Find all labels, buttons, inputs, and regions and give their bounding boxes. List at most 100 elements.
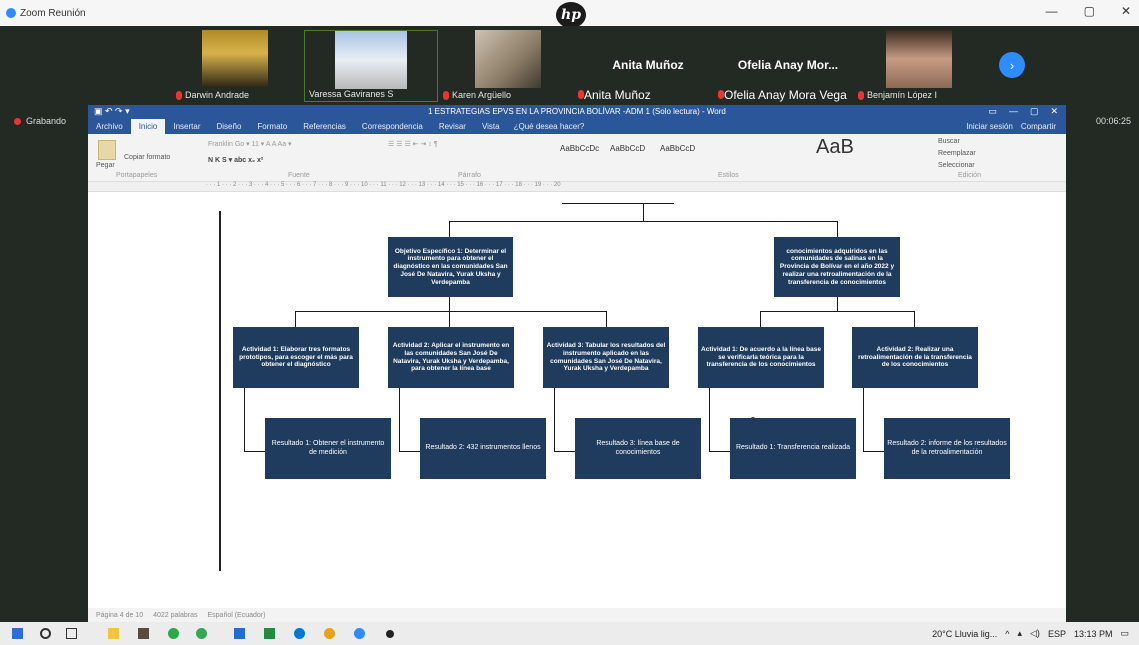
sign-in-link[interactable]: Iniciar sesión [966,119,1013,134]
tab-correspondencia[interactable]: Correspondencia [354,119,431,134]
word-count[interactable]: 4022 palabras [153,612,197,619]
maximize-button[interactable]: ▢ [1084,4,1095,18]
result-box: Resultado 1: Obtener el instrumento de m… [265,418,391,479]
chrome-taskbar-icon[interactable] [324,628,335,639]
app-icon[interactable] [196,628,207,639]
word-minimize-button[interactable]: — [1009,106,1018,117]
notification-icon[interactable]: ▭ [1120,628,1129,639]
search-icon[interactable] [40,628,51,639]
clock[interactable]: 13:13 PM [1074,629,1113,639]
status-bar: Página 4 de 10 4022 palabras Español (Ec… [88,608,1066,622]
input-language[interactable]: ESP [1048,629,1066,639]
objective-box: conocimientos adquiridos en las comunida… [774,237,900,297]
excel-taskbar-icon[interactable] [264,628,275,639]
participant-video [475,30,541,88]
result-box: Resultado 2: 432 instrumentos llenos [420,418,546,479]
connector-line [709,388,710,452]
tray-chevron-icon[interactable]: ^ [1005,629,1009,639]
objective-box: Objetivo Específico 1: Determinar el ins… [388,237,513,297]
weather-widget[interactable]: 20°C Lluvia lig... [932,629,997,639]
recording-indicator[interactable]: Grabando [14,116,66,126]
font-name-select[interactable]: Franklin Go ▾ 11 ▾ A A Aa ▾ [208,140,292,148]
tab-formato[interactable]: Formato [249,119,295,134]
participant-tile-active[interactable]: Varessa Gaviranes S [304,30,438,102]
share-button[interactable]: Compartir [1021,119,1056,134]
task-view-icon[interactable] [66,628,77,639]
connector-line [399,388,400,452]
ribbon-display-icon[interactable]: ▭ [988,106,997,117]
recording-label: Grabando [26,116,67,126]
minimize-button[interactable]: — [1046,4,1058,18]
ruler[interactable]: · · · 1 · · · 2 · · · 3 · · · 4 · · · 5 … [88,182,1066,192]
windows-taskbar: 20°C Lluvia lig... ^ ▴ ◁) ESP 13:13 PM ▭ [0,622,1139,645]
connector-line [760,311,761,327]
windows-start-icon[interactable] [12,628,23,639]
system-tray: 20°C Lluvia lig... ^ ▴ ◁) ESP 13:13 PM ▭ [932,622,1129,645]
tab-archivo[interactable]: Archivo [88,119,131,134]
style-no-spacing[interactable]: AaBbCcD [610,144,645,153]
activity-box: Actividad 1: Elaborar tres formatos prot… [233,327,359,388]
zoom-taskbar-icon[interactable] [354,628,365,639]
tab-inicio[interactable]: Inicio [130,119,166,134]
edge-icon[interactable] [294,628,305,639]
connector-line [244,451,266,452]
connector-line [643,204,644,221]
paragraph-buttons[interactable]: ☰ ☰ ☰ ⇤ ⇥ ↕ ¶ [388,140,438,148]
style-heading[interactable]: AaBbCcD [660,144,695,153]
activity-box: Actividad 2: Realizar una retroalimentac… [852,327,978,388]
tab-diseno[interactable]: Diseño [209,119,250,134]
close-button[interactable]: ✕ [1121,4,1131,18]
style-normal[interactable]: AaBbCcDc [560,144,599,153]
participant-tile[interactable]: Darwin Andrade [176,30,268,102]
page-count[interactable]: Página 4 de 10 [96,612,143,619]
connector-line [449,297,450,311]
word-taskbar-icon[interactable] [234,628,245,639]
tab-revisar[interactable]: Revisar [431,119,474,134]
participant-tile[interactable]: Ofelia Anay Mor... Ofelia Anay Mora Vega [718,30,858,102]
find-button[interactable]: Buscar [938,138,960,145]
language-status[interactable]: Español (Ecuador) [207,612,265,619]
connector-line [449,221,838,222]
ribbon-home: Pegar Copiar formato Franklin Go ▾ 11 ▾ … [88,134,1066,182]
mic-muted-icon [443,90,449,100]
document-page[interactable]: Objetivo Específico 1: Determinar el ins… [88,203,1066,608]
replace-button[interactable]: Reemplazar [938,150,976,157]
zoom-meeting-area: Darwin Andrade Varessa Gaviranes S Karen… [0,26,1139,622]
connector-line [837,297,838,311]
zoom-titlebar: Zoom Reunión hp — ▢ ✕ [0,0,1139,28]
select-button[interactable]: Seleccionar [938,162,975,169]
word-close-button[interactable]: ✕ [1050,106,1058,117]
zoom-app-title: Zoom Reunión [6,8,86,19]
participant-tile[interactable]: Anita Muñoz Anita Muñoz [578,30,718,102]
format-painter-button[interactable]: Copiar formato [124,154,170,161]
network-icon[interactable]: ▴ [1017,628,1022,639]
file-explorer-icon[interactable] [108,628,119,639]
chrome-icon[interactable] [168,628,179,639]
save-icon[interactable]: ▣ ↶ ↷ ▾ [94,106,130,117]
style-title[interactable]: AaB [816,136,854,159]
volume-icon[interactable]: ◁) [1030,628,1040,639]
participant-tile[interactable]: Karen Argüello [443,30,543,102]
connector-line [760,311,915,312]
zoom-window-title: Zoom Reunión [20,7,86,19]
store-icon[interactable] [138,628,149,639]
connector-line [606,311,607,327]
connector-line [863,451,885,452]
connector-line [837,221,838,237]
hp-logo-icon: hp [556,2,586,28]
tab-referencias[interactable]: Referencias [295,119,354,134]
tab-vista[interactable]: Vista [474,119,508,134]
paste-label: Pegar [96,162,115,169]
font-format-buttons[interactable]: N K S ▾ abc x₂ x² [208,156,263,164]
paste-icon[interactable] [98,140,116,160]
connector-line [449,311,450,327]
app-dot-icon[interactable] [386,630,394,638]
activity-box: Actividad 2: Aplicar el instrumento en l… [388,327,514,388]
word-maximize-button[interactable]: ▢ [1030,106,1039,117]
next-participants-icon[interactable]: › [999,52,1025,78]
participant-tile[interactable]: Benjamín López I [858,30,958,102]
tell-me-search[interactable]: ¿Qué desea hacer? [514,122,585,131]
participant-display-name: Ofelia Anay Mor... [737,58,839,72]
mic-muted-icon [176,90,182,100]
tab-insertar[interactable]: Insertar [165,119,208,134]
